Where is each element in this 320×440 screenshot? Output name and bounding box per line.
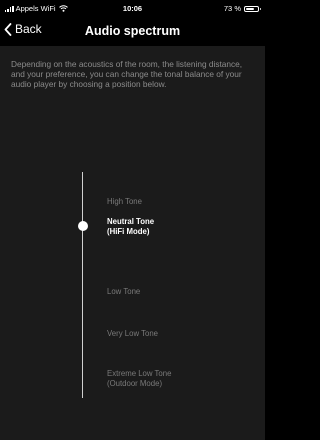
tone-option-label: Low Tone (107, 287, 141, 296)
tone-option-neutral[interactable]: Neutral Tone (HiFi Mode) (107, 217, 247, 236)
status-bar: Appels WiFi 10:06 73 % (0, 0, 265, 16)
tone-option-high[interactable]: High Tone (107, 197, 247, 207)
battery-percent: 73 % (223, 4, 241, 13)
tone-option-label: Very Low Tone (107, 329, 159, 338)
tone-option-label: Extreme Low Tone (107, 369, 172, 378)
tone-option-sublabel: (Outdoor Mode) (107, 378, 163, 388)
tone-option-label: Neutral Tone (107, 217, 155, 226)
battery-fill (246, 7, 255, 10)
tone-option-sublabel: (HiFi Mode) (107, 226, 150, 236)
status-right: 73 % (223, 4, 261, 13)
tone-option-label: High Tone (107, 197, 142, 206)
tone-slider-track[interactable] (82, 172, 84, 398)
tone-option-very-low[interactable]: Very Low Tone (107, 329, 247, 339)
description-text: Depending on the acoustics of the room, … (11, 59, 243, 89)
tone-option-extreme-low[interactable]: Extreme Low Tone (Outdoor Mode) (107, 369, 247, 388)
battery-tip (259, 7, 261, 10)
content-area: Depending on the acoustics of the room, … (0, 46, 265, 440)
tone-option-low[interactable]: Low Tone (107, 287, 247, 297)
page-title: Audio spectrum (84, 24, 181, 38)
navigation-bar: Back Audio spectrum (0, 16, 265, 46)
battery-icon (244, 5, 261, 12)
tone-slider-knob[interactable] (78, 221, 88, 231)
